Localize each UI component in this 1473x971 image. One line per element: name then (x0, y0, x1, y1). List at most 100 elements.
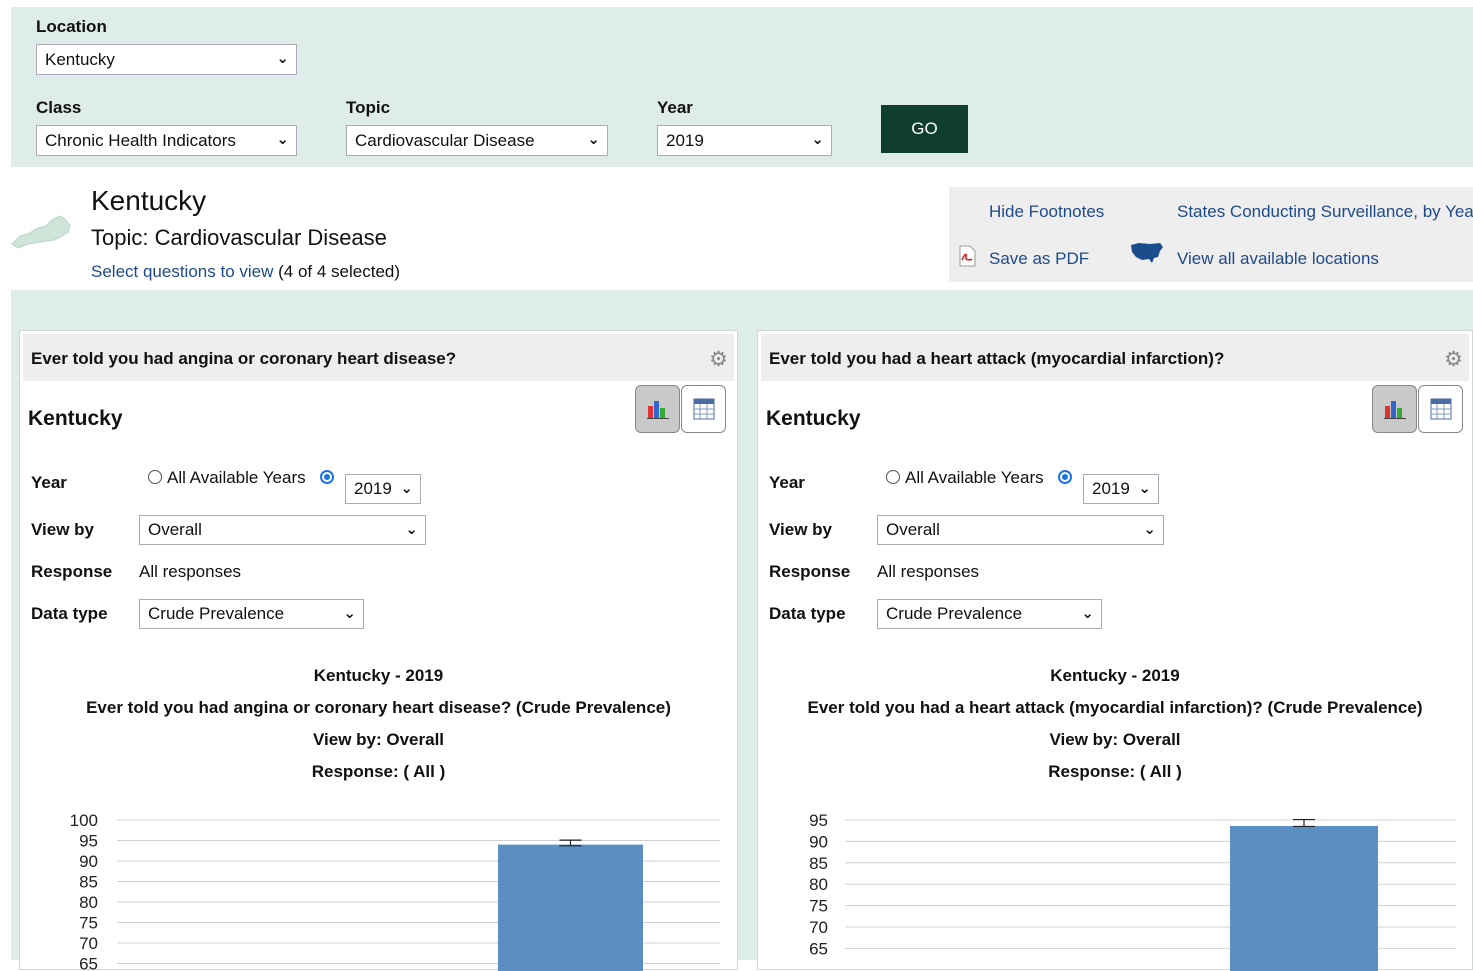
chart-viewby: View by: Overall (20, 730, 737, 750)
chevron-down-icon: ⌄ (276, 130, 289, 148)
y-tick-label: 75 (79, 914, 98, 933)
chevron-down-icon: ⌄ (405, 520, 418, 538)
panel-year-select[interactable]: 2019 ⌄ (345, 474, 421, 504)
chart-view-button[interactable] (635, 385, 680, 433)
all-years-label: All Available Years (167, 468, 306, 488)
chart-title: Kentucky - 2019 (20, 666, 737, 686)
y-tick-label: 85 (79, 873, 98, 892)
y-tick-label: 95 (809, 811, 828, 830)
year-select[interactable]: 2019 ⌄ (657, 125, 832, 156)
bar-chart: 95908580757065 (758, 801, 1472, 971)
year-label: Year (657, 98, 693, 118)
viewby-label: View by (769, 520, 832, 540)
chart-response: Response: ( All ) (20, 762, 737, 782)
viewby-select[interactable]: Overall ⌄ (877, 515, 1164, 545)
go-button[interactable]: GO (881, 105, 968, 153)
single-year-radio[interactable] (1058, 470, 1072, 484)
datatype-value: Crude Prevalence (148, 604, 284, 623)
datatype-select[interactable]: Crude Prevalence ⌄ (877, 599, 1102, 629)
chart-subtitle: Ever told you had a heart attack (myocar… (758, 698, 1472, 718)
states-surveillance-link[interactable]: States Conducting Surveillance, by Year (1177, 202, 1473, 222)
panel-question: Ever told you had angina or coronary hea… (31, 349, 456, 369)
chevron-down-icon: ⌄ (343, 604, 356, 622)
all-years-radio[interactable] (148, 470, 162, 484)
viewby-label: View by (31, 520, 94, 540)
viewby-value: Overall (148, 520, 202, 539)
year-label: Year (769, 473, 805, 493)
table-view-button[interactable] (1418, 385, 1463, 433)
y-tick-label: 90 (79, 852, 98, 871)
chevron-down-icon: ⌄ (587, 130, 600, 148)
table-icon (693, 398, 715, 420)
class-select-value: Chronic Health Indicators (45, 131, 236, 150)
view-locations-link[interactable]: View all available locations (1177, 249, 1379, 269)
datatype-label: Data type (31, 604, 108, 624)
year-select-value: 2019 (666, 131, 704, 150)
panel-title-bar: Ever told you had angina or coronary hea… (23, 334, 734, 381)
y-tick-label: 65 (79, 955, 98, 971)
panel-year-value: 2019 (354, 479, 392, 498)
response-value: All responses (877, 562, 979, 582)
bar-chart-icon (1383, 398, 1407, 420)
all-years-label: All Available Years (905, 468, 1044, 488)
panel-year-select[interactable]: 2019 ⌄ (1083, 474, 1159, 504)
class-label: Class (36, 98, 81, 118)
y-tick-label: 95 (79, 832, 98, 851)
action-links: Hide Footnotes States Conducting Surveil… (949, 187, 1473, 282)
topic-label: Topic (346, 98, 390, 118)
chevron-down-icon: ⌄ (276, 49, 289, 67)
chart-title: Kentucky - 2019 (758, 666, 1472, 686)
select-questions-link[interactable]: Select questions to view (91, 262, 273, 281)
all-years-radio[interactable] (886, 470, 900, 484)
chevron-down-icon: ⌄ (1138, 479, 1151, 497)
year-label: Year (31, 473, 67, 493)
y-tick-label: 70 (809, 918, 828, 937)
location-header: Kentucky Topic: Cardiovascular Disease S… (0, 167, 1473, 290)
class-select[interactable]: Chronic Health Indicators ⌄ (36, 125, 297, 156)
topic-select-value: Cardiovascular Disease (355, 131, 535, 150)
datatype-select[interactable]: Crude Prevalence ⌄ (139, 599, 364, 629)
y-tick-label: 65 (809, 939, 828, 958)
question-panel-heart-attack: Ever told you had a heart attack (myocar… (757, 330, 1473, 970)
location-label: Location (36, 17, 107, 37)
hide-footnotes-link[interactable]: Hide Footnotes (989, 202, 1104, 222)
location-select[interactable]: Kentucky ⌄ (36, 44, 297, 75)
bar-chart: 10095908580757065 (20, 801, 737, 971)
chart-subtitle: Ever told you had angina or coronary hea… (20, 698, 737, 718)
bar (498, 845, 643, 971)
gear-icon[interactable]: ⚙ (1444, 347, 1463, 372)
panel-state: Kentucky (28, 407, 123, 431)
datatype-value: Crude Prevalence (886, 604, 1022, 623)
topic-select[interactable]: Cardiovascular Disease ⌄ (346, 125, 608, 156)
chart-view-button[interactable] (1372, 385, 1417, 433)
response-label: Response (31, 562, 112, 582)
bar-chart-icon (646, 398, 670, 420)
viewby-select[interactable]: Overall ⌄ (139, 515, 426, 545)
chart-response: Response: ( All ) (758, 762, 1472, 782)
y-tick-label: 90 (809, 832, 828, 851)
single-year-radio[interactable] (320, 470, 334, 484)
y-tick-label: 70 (79, 934, 98, 953)
page-title: Kentucky (91, 185, 206, 217)
bar (1230, 826, 1378, 971)
pdf-icon (957, 245, 977, 267)
save-pdf-link[interactable]: Save as PDF (989, 249, 1089, 269)
viewby-value: Overall (886, 520, 940, 539)
us-map-icon (1130, 241, 1164, 265)
chevron-down-icon: ⌄ (400, 479, 413, 497)
selected-count: (4 of 4 selected) (278, 262, 400, 281)
y-tick-label: 80 (809, 875, 828, 894)
panel-year-value: 2019 (1092, 479, 1130, 498)
gear-icon[interactable]: ⚙ (709, 347, 728, 372)
chart-viewby: View by: Overall (758, 730, 1472, 750)
table-icon (1430, 398, 1452, 420)
topic-heading: Topic: Cardiovascular Disease (91, 225, 387, 251)
chevron-down-icon: ⌄ (1143, 520, 1156, 538)
y-tick-label: 100 (70, 811, 98, 830)
chevron-down-icon: ⌄ (811, 130, 824, 148)
filter-bar: Location Kentucky ⌄ Class Chronic Health… (11, 7, 1473, 167)
table-view-button[interactable] (681, 385, 726, 433)
question-panel-angina: Ever told you had angina or coronary hea… (19, 330, 738, 970)
response-label: Response (769, 562, 850, 582)
question-selector: Select questions to view (4 of 4 selecte… (91, 262, 400, 282)
